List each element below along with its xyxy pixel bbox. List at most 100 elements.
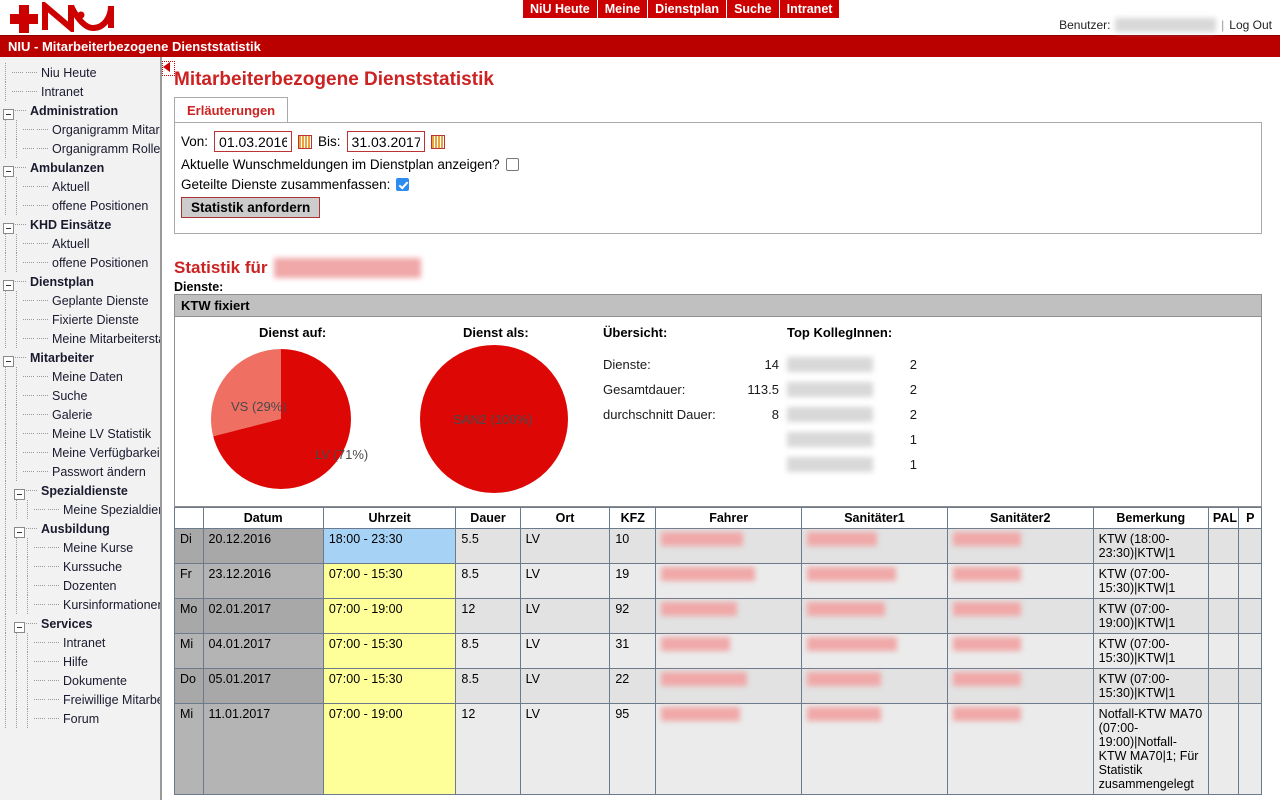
col-header-sanitaeter2[interactable]: Sanitäter2 — [946, 507, 1094, 529]
tree-collapse-icon[interactable] — [3, 223, 14, 234]
sidebar-item-ambulanzen[interactable]: Ambulanzen — [0, 158, 160, 177]
nav-item-meine[interactable]: Meine — [597, 0, 649, 18]
sidebar-collapse-icon[interactable] — [162, 61, 175, 76]
sidebar-item-geplante-dienste[interactable]: Geplante Dienste — [0, 291, 160, 310]
sidebar-item-aktuell[interactable]: Aktuell — [0, 177, 160, 196]
cell-ort: LV — [519, 703, 611, 795]
nav-item-intranet[interactable]: Intranet — [779, 0, 840, 18]
table-row[interactable]: Mi04.01.201707:00 - 15:308.5LV31 Wirth (8… — [174, 633, 1262, 669]
sidebar-item-aktuell[interactable]: Aktuell — [0, 234, 160, 253]
col-header-sanitaeter1[interactable]: Sanitäter1 — [801, 507, 948, 529]
sidebar-item-forum[interactable]: Forum — [0, 709, 160, 728]
sidebar-item-kursinformationen[interactable]: Kursinformationen — [0, 595, 160, 614]
sidebar-item-meine-verf-gbarkeiten[interactable]: Meine Verfügbarkeiten — [0, 443, 160, 462]
main-navigation[interactable]: NiU Heute Meine Dienstplan Suche Intrane… — [523, 0, 840, 18]
tree-collapse-icon[interactable] — [14, 622, 25, 633]
sidebar-item-dokumente[interactable]: Dokumente — [0, 671, 160, 690]
sidebar-item-label: Aktuell — [52, 236, 90, 251]
tree-collapse-icon[interactable] — [14, 489, 25, 500]
sidebar-item-freiwillige-mitarbeit[interactable]: Freiwillige Mitarbeit — [0, 690, 160, 709]
sidebar-item-dienstplan[interactable]: Dienstplan — [0, 272, 160, 291]
table-row[interactable]: Di20.12.201618:00 - 23:305.5LV10 Lindner … — [174, 528, 1262, 564]
col-header-datum[interactable]: Datum — [202, 507, 324, 529]
uebersicht-value: 8 — [771, 407, 779, 422]
sidebar-item-spezialdienste[interactable]: Spezialdienste — [0, 481, 160, 500]
statistik-heading: Statistik für Muster Max (7900) — [174, 258, 1272, 278]
wunschmeldungen-checkbox[interactable] — [505, 158, 519, 171]
sidebar-item-meine-spezialdiens[interactable]: Meine Spezialdiens — [0, 500, 160, 519]
sidebar-item-meine-mitarbeiterstatis[interactable]: Meine Mitarbeiterstatis — [0, 329, 160, 348]
nav-item-dienstplan[interactable]: Dienstplan — [648, 0, 728, 18]
calendar-icon-bis[interactable] — [430, 134, 445, 149]
logout-link[interactable]: Log Out — [1229, 18, 1272, 32]
table-row[interactable]: Do05.01.201707:00 - 15:308.5LV22 Riedrich… — [174, 668, 1262, 704]
col-header-uhrzeit[interactable]: Uhrzeit — [322, 507, 457, 529]
sidebar-item-suche[interactable]: Suche — [0, 386, 160, 405]
cell-fahrer: Böhrig (6198) — [655, 598, 803, 634]
tab-erlaeuterungen[interactable]: Erläuterungen — [174, 97, 289, 122]
table-row[interactable]: Fr23.12.201607:00 - 15:308.5LV19 Reinhofe… — [174, 563, 1262, 599]
tree-collapse-icon[interactable] — [3, 109, 14, 120]
table-header-row: Datum Uhrzeit Dauer Ort KFZ Fahrer Sanit… — [174, 507, 1262, 529]
sidebar-item-khd-eins-tze[interactable]: KHD Einsätze — [0, 215, 160, 234]
sidebar-item-services[interactable]: Services — [0, 614, 160, 633]
sidebar-item-ausbildung[interactable]: Ausbildung — [0, 519, 160, 538]
bis-date-input[interactable] — [346, 131, 425, 152]
tree-collapse-icon[interactable] — [3, 166, 14, 177]
table-row[interactable]: Mo02.01.201707:00 - 19:0012LV92 Böhrig (6… — [174, 598, 1262, 634]
statistik-anfordern-button[interactable]: Statistik anfordern — [181, 197, 321, 218]
sidebar-item-label: Dozenten — [63, 578, 117, 593]
date-range-row: Von: Bis: — [181, 131, 1251, 152]
cell-sanitaeter1: Mannl (1970) — [801, 703, 948, 795]
col-header-p[interactable]: P — [1238, 507, 1262, 529]
tree-collapse-icon[interactable] — [3, 280, 14, 291]
sidebar-item-offene-positionen[interactable]: offene Positionen — [0, 253, 160, 272]
sidebar-item-meine-lv-statistik[interactable]: Meine LV Statistik — [0, 424, 160, 443]
col-header-dauer[interactable]: Dauer — [455, 507, 521, 529]
cell-p — [1238, 528, 1262, 564]
cell-weekday: Fr — [174, 563, 204, 599]
sidebar-item-fixierte-dienste[interactable]: Fixierte Dienste — [0, 310, 160, 329]
sidebar-item-hilfe[interactable]: Hilfe — [0, 652, 160, 671]
cell-pal — [1207, 633, 1240, 669]
sidebar-item-organigramm-rollen[interactable]: Organigramm Rollen — [0, 139, 160, 158]
redacted-name: Ludwig (6779) — [661, 707, 741, 721]
nav-item-niu-heute[interactable]: NiU Heute — [523, 0, 598, 18]
nav-item-suche[interactable]: Suche — [727, 0, 780, 18]
sidebar-item-intranet[interactable]: Intranet — [0, 633, 160, 652]
calendar-icon-von[interactable] — [298, 134, 313, 149]
sidebar-navigation[interactable]: Niu Heute Intranet Administration Organigra… — [0, 57, 162, 800]
sidebar-item-dozenten[interactable]: Dozenten — [0, 576, 160, 595]
sidebar-item-intranet[interactable]: Intranet — [0, 82, 160, 101]
tree-collapse-icon[interactable] — [3, 356, 14, 367]
cell-sanitaeter1: Arndt (7800) — [801, 528, 948, 564]
sidebar-item-organigramm-mitarbeit[interactable]: Organigramm Mitarbeit — [0, 120, 160, 139]
col-header-fahrer[interactable]: Fahrer — [655, 507, 803, 529]
col-header-blank[interactable] — [174, 507, 204, 529]
col-header-kfz[interactable]: KFZ — [609, 507, 657, 529]
cell-bemerkung: KTW (07:00-15:30)|KTW|1 — [1092, 633, 1209, 669]
col-header-ort[interactable]: Ort — [519, 507, 611, 529]
sidebar-item-meine-kurse[interactable]: Meine Kurse — [0, 538, 160, 557]
col-header-bemerkung[interactable]: Bemerkung — [1092, 507, 1209, 529]
redacted-name: Riedrich (6089) — [661, 672, 747, 686]
sidebar-item-kurssuche[interactable]: Kurssuche — [0, 557, 160, 576]
geteilte-dienste-checkbox[interactable] — [396, 178, 410, 191]
sidebar-item-galerie[interactable]: Galerie — [0, 405, 160, 424]
sidebar-item-label: offene Positionen — [52, 198, 149, 213]
sidebar-item-niu-heute[interactable]: Niu Heute — [0, 63, 160, 82]
main-content: Mitarbeiterbezogene Dienststatistik Erlä… — [162, 57, 1280, 800]
tree-guide — [0, 177, 50, 196]
von-date-input[interactable] — [214, 131, 293, 152]
sidebar-item-administration[interactable]: Administration — [0, 101, 160, 120]
sidebar-item-meine-daten[interactable]: Meine Daten — [0, 367, 160, 386]
cell-bemerkung: KTW (07:00-19:00)|KTW|1 — [1092, 598, 1209, 634]
tree-collapse-icon[interactable] — [14, 527, 25, 538]
cell-datum: 04.01.2017 — [202, 633, 324, 669]
sidebar-item-passwort-ndern[interactable]: Passwort ändern — [0, 462, 160, 481]
sidebar-item-offene-positionen[interactable]: offene Positionen — [0, 196, 160, 215]
col-header-pal[interactable]: PAL — [1207, 507, 1240, 529]
table-row[interactable]: Mi11.01.201707:00 - 19:0012LV95 Ludwig (6… — [174, 703, 1262, 795]
tab-strip[interactable]: Erläuterungen — [174, 97, 1272, 122]
sidebar-item-mitarbeiter[interactable]: Mitarbeiter — [0, 348, 160, 367]
